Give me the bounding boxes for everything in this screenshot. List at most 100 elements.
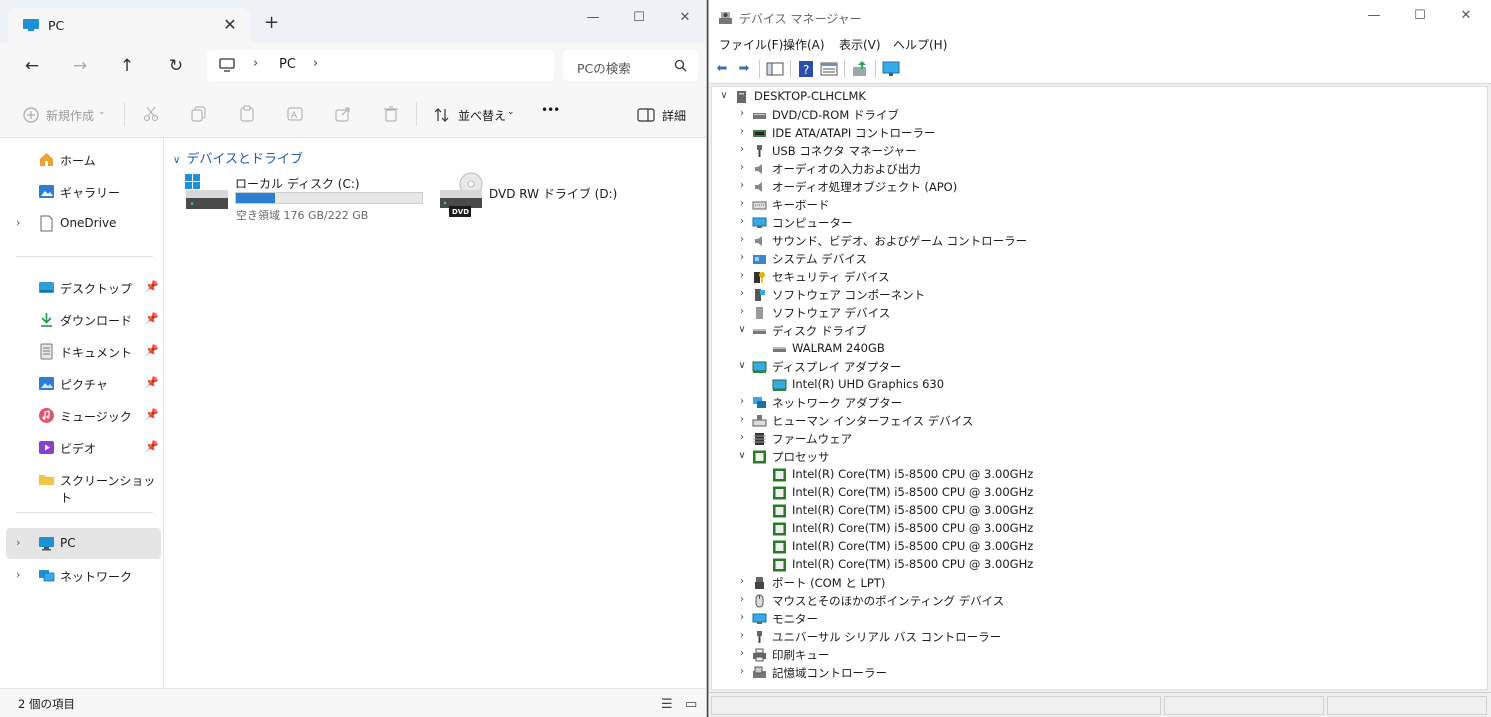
minimize-button[interactable]: — xyxy=(1351,4,1397,28)
paste-icon[interactable] xyxy=(238,105,256,123)
collapsed-chevron-icon[interactable]: › xyxy=(736,414,748,425)
refresh-button[interactable]: ↻ xyxy=(164,54,188,78)
sidebar-item-videos[interactable]: ビデオ 📌 xyxy=(6,432,161,463)
collapsed-chevron-icon[interactable]: › xyxy=(736,234,748,245)
sidebar-item-screenshots[interactable]: スクリーンショット xyxy=(6,464,161,505)
sidebar-item-desktop[interactable]: デスクトップ 📌 xyxy=(6,272,161,303)
sidebar-item-onedrive[interactable]: › OneDrive xyxy=(6,208,161,239)
more-options-button[interactable]: ••• xyxy=(541,103,560,117)
cut-icon[interactable] xyxy=(142,105,160,123)
expanded-chevron-icon[interactable]: ∨ xyxy=(736,324,748,335)
close-button[interactable]: ✕ xyxy=(1443,4,1489,28)
expanded-chevron-icon[interactable]: ∨ xyxy=(736,450,748,461)
collapsed-chevron-icon[interactable]: › xyxy=(736,198,748,209)
menu-help[interactable]: ヘルプ(H) xyxy=(893,36,947,53)
sidebar-item-label: ダウンロード xyxy=(60,314,133,328)
details-button[interactable]: 詳細 xyxy=(662,107,686,124)
collapsed-chevron-icon[interactable]: › xyxy=(736,612,748,623)
collapsed-chevron-icon[interactable]: › xyxy=(736,162,748,173)
pictures-icon xyxy=(39,377,54,390)
sidebar-item-gallery[interactable]: ギャラリー xyxy=(6,176,161,207)
collapsed-chevron-icon[interactable]: › xyxy=(736,252,748,263)
collapsed-chevron-icon[interactable]: › xyxy=(736,630,748,641)
new-button[interactable]: 新規作成 xyxy=(46,107,94,124)
tab-pc[interactable]: PC ✕ xyxy=(8,8,250,42)
pin-icon[interactable]: 📌 xyxy=(145,408,159,421)
monitor-icon xyxy=(39,537,54,551)
sidebar-item-pc[interactable]: › PC xyxy=(6,528,161,559)
expanded-chevron-icon[interactable]: ∨ xyxy=(718,90,730,101)
copy-icon[interactable] xyxy=(190,105,208,123)
close-button[interactable]: ✕ xyxy=(662,6,706,30)
details-view-icon[interactable]: ☰ xyxy=(661,697,673,712)
share-icon[interactable] xyxy=(334,105,352,123)
menu-file[interactable]: ファイル(F) xyxy=(719,36,783,53)
toolbar-divider xyxy=(416,102,417,126)
tree-node-label: ポート (COM と LPT) xyxy=(772,576,886,590)
forward-arrow-icon[interactable]: ➡ xyxy=(735,60,753,78)
pin-icon[interactable]: 📌 xyxy=(145,312,159,325)
sidebar-item-pictures[interactable]: ピクチャ 📌 xyxy=(6,368,161,399)
collapsed-chevron-icon[interactable]: › xyxy=(736,666,748,677)
menu-action[interactable]: 操作(A) xyxy=(783,36,825,53)
tiles-view-icon[interactable]: ▭ xyxy=(685,697,697,712)
pin-icon[interactable]: 📌 xyxy=(145,440,159,453)
collapsed-chevron-icon[interactable]: › xyxy=(736,144,748,155)
sidebar-item-home[interactable]: ホーム xyxy=(6,144,161,175)
up-button[interactable]: ↑ xyxy=(115,54,139,78)
pin-icon[interactable]: 📌 xyxy=(145,344,159,357)
sidebar-item-music[interactable]: ミュージック 📌 xyxy=(6,400,161,431)
update-driver-icon[interactable] xyxy=(851,60,869,78)
pin-icon[interactable]: 📌 xyxy=(145,280,159,293)
usb-icon xyxy=(757,631,762,643)
collapsed-chevron-icon[interactable]: › xyxy=(736,594,748,605)
collapsed-chevron-icon[interactable]: › xyxy=(736,216,748,227)
collapsed-chevron-icon[interactable]: › xyxy=(736,270,748,281)
collapsed-chevron-icon[interactable]: › xyxy=(736,180,748,191)
expanded-chevron-icon[interactable]: ∨ xyxy=(736,360,748,371)
collapsed-chevron-icon[interactable]: › xyxy=(736,396,748,407)
breadcrumb-separator[interactable]: › xyxy=(253,56,258,71)
sort-button[interactable]: 並べ替え xyxy=(458,107,506,124)
maximize-button[interactable]: ☐ xyxy=(616,6,662,30)
help-icon[interactable]: ? xyxy=(797,60,815,78)
back-button[interactable]: ← xyxy=(20,54,44,78)
processor-icon xyxy=(753,450,766,464)
minimize-button[interactable]: — xyxy=(570,6,616,30)
chevron-right-icon[interactable]: › xyxy=(16,216,20,229)
show-hide-tree-icon[interactable] xyxy=(766,60,784,78)
sidebar-item-downloads[interactable]: ダウンロード 📌 xyxy=(6,304,161,335)
rename-icon[interactable]: A xyxy=(286,105,304,123)
breadcrumb-pc[interactable]: PC xyxy=(279,57,296,72)
address-bar[interactable]: › PC › xyxy=(207,50,554,81)
scan-hardware-icon[interactable] xyxy=(882,60,900,78)
collapsed-chevron-icon[interactable]: › xyxy=(736,648,748,659)
tree-node-label: キーボード xyxy=(772,198,830,212)
explorer-titlebar: PC ✕ + — ☐ ✕ xyxy=(0,0,706,42)
collapsed-chevron-icon[interactable]: › xyxy=(736,432,748,443)
new-tab-button[interactable]: + xyxy=(264,14,279,32)
collapsed-chevron-icon[interactable]: › xyxy=(736,108,748,119)
maximize-button[interactable]: ☐ xyxy=(1397,4,1443,28)
section-header[interactable]: ∨ デバイスとドライブ xyxy=(173,148,303,167)
drive-c[interactable]: ローカル ディスク (C:) 空き領域 176 GB/222 GB xyxy=(185,172,425,222)
collapsed-chevron-icon[interactable]: › xyxy=(736,288,748,299)
svg-text:A: A xyxy=(291,111,298,121)
chevron-right-icon[interactable]: › xyxy=(16,568,20,581)
pin-icon[interactable]: 📌 xyxy=(145,376,159,389)
chevron-right-icon[interactable]: › xyxy=(16,536,20,549)
sidebar-item-documents[interactable]: ドキュメント 📌 xyxy=(6,336,161,367)
back-arrow-icon[interactable]: ⬅ xyxy=(713,60,731,78)
forward-button[interactable]: → xyxy=(68,54,92,78)
menu-view[interactable]: 表示(V) xyxy=(839,36,881,53)
delete-icon[interactable] xyxy=(382,105,400,123)
collapsed-chevron-icon[interactable]: › xyxy=(736,576,748,587)
collapsed-chevron-icon[interactable]: › xyxy=(736,126,748,137)
close-tab-icon[interactable]: ✕ xyxy=(220,15,240,34)
collapsed-chevron-icon[interactable]: › xyxy=(736,306,748,317)
sidebar-item-network[interactable]: › ネットワーク xyxy=(6,560,161,591)
breadcrumb-separator[interactable]: › xyxy=(313,56,318,71)
search-input[interactable]: PCの検索 xyxy=(563,50,698,81)
drive-d[interactable]: DVD DVD RW ドライブ (D:) xyxy=(439,172,619,222)
properties-icon[interactable] xyxy=(820,60,838,78)
